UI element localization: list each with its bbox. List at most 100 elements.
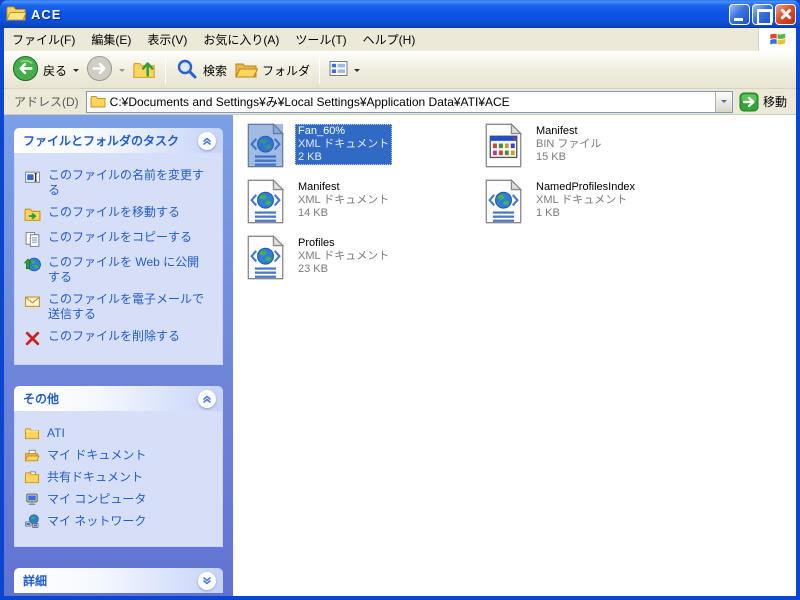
- address-input[interactable]: C:¥Documents and Settings¥み¥Local Settin…: [86, 91, 733, 113]
- go-button[interactable]: 移動: [733, 92, 793, 112]
- place-item[interactable]: マイ コンピュータ: [24, 492, 218, 507]
- other-places-panel: その他 ATI マイ ドキュメント: [14, 386, 223, 547]
- details-panel: 詳細: [14, 568, 223, 593]
- file-name: NamedProfilesIndex: [536, 181, 635, 193]
- file-size: 1 KB: [536, 207, 560, 219]
- place-item[interactable]: マイ ネットワーク: [24, 514, 218, 529]
- task-item[interactable]: このファイルを削除する: [24, 329, 218, 347]
- menu-item[interactable]: 表示(V): [139, 31, 195, 48]
- place-label: 共有ドキュメント: [47, 470, 143, 485]
- place-label: マイ ドキュメント: [47, 448, 146, 463]
- task-item[interactable]: このファイルを電子メールで送信する: [24, 292, 218, 322]
- menu-item[interactable]: ヘルプ(H): [355, 31, 424, 48]
- file-type: XML ドキュメント: [298, 138, 389, 150]
- task-pane: ファイルとフォルダのタスク このファイルの名前を変更する: [4, 115, 233, 596]
- file-tiles: Fan_60% XML ドキュメント 2 KB Manifest BIN ファイ…: [243, 121, 796, 289]
- file-tile[interactable]: NamedProfilesIndex XML ドキュメント 1 KB: [481, 177, 719, 233]
- task-label: このファイルを電子メールで送信する: [48, 292, 208, 322]
- chevron-up-icon[interactable]: [198, 132, 216, 150]
- toolbar-separator: [165, 57, 166, 84]
- folder-up-icon: [132, 57, 156, 84]
- place-item[interactable]: ATI: [24, 426, 218, 441]
- file-type: XML ドキュメント: [298, 250, 389, 262]
- file-tasks-panel: ファイルとフォルダのタスク このファイルの名前を変更する: [14, 128, 223, 365]
- views-icon: [329, 60, 348, 80]
- xml-file-icon: [481, 179, 526, 224]
- place-label: マイ ネットワーク: [47, 514, 146, 529]
- windows-logo-icon: [758, 28, 796, 51]
- views-dropdown-icon: [354, 69, 360, 72]
- chevron-up-icon[interactable]: [198, 390, 216, 408]
- xml-file-icon: [243, 235, 288, 280]
- shared-documents-icon: [24, 470, 40, 485]
- window-title: ACE: [31, 7, 729, 22]
- delete-icon: [24, 330, 41, 347]
- chevron-down-icon[interactable]: [198, 572, 216, 590]
- file-info: Fan_60% XML ドキュメント 2 KB: [295, 124, 392, 165]
- task-item[interactable]: このファイルを Web に公開する: [24, 255, 218, 285]
- back-dropdown-icon: [73, 69, 79, 72]
- menu-item[interactable]: お気に入り(A): [195, 31, 287, 48]
- close-button[interactable]: [775, 4, 796, 25]
- back-icon: [12, 55, 39, 85]
- file-name: Profiles: [298, 237, 335, 249]
- task-item[interactable]: このファイルを移動する: [24, 205, 218, 223]
- search-icon: [175, 57, 199, 84]
- task-label: このファイルを削除する: [48, 329, 180, 344]
- task-label: このファイルの名前を変更する: [48, 168, 208, 198]
- address-dropdown-button[interactable]: [715, 92, 732, 112]
- my-network-icon: [24, 514, 40, 529]
- task-label: このファイルを Web に公開する: [48, 255, 208, 285]
- maximize-button[interactable]: [752, 4, 773, 25]
- place-item[interactable]: 共有ドキュメント: [24, 470, 218, 485]
- title-bar: ACE: [0, 0, 800, 28]
- search-label: 検索: [203, 62, 227, 79]
- menu-item[interactable]: ツール(T): [287, 31, 354, 48]
- menu-item[interactable]: ファイル(F): [4, 31, 83, 48]
- my-computer-icon: [24, 492, 40, 507]
- folder-icon: [24, 426, 40, 441]
- back-button[interactable]: 戻る: [9, 53, 82, 87]
- go-arrow-icon: [739, 92, 759, 112]
- menu-item[interactable]: 編集(E): [83, 31, 139, 48]
- other-places-header[interactable]: その他: [14, 386, 223, 411]
- folders-button[interactable]: フォルダ: [231, 55, 313, 86]
- views-button[interactable]: [326, 58, 363, 82]
- file-tile[interactable]: Manifest BIN ファイル 15 KB: [481, 121, 719, 177]
- folder-icon: [90, 95, 106, 109]
- file-type: XML ドキュメント: [298, 194, 389, 206]
- minimize-button[interactable]: [729, 4, 750, 25]
- back-label: 戻る: [43, 62, 67, 79]
- panel-title: ファイルとフォルダのタスク: [23, 132, 179, 149]
- up-button[interactable]: [129, 55, 159, 86]
- file-tile[interactable]: Manifest XML ドキュメント 14 KB: [243, 177, 481, 233]
- file-tile[interactable]: Profiles XML ドキュメント 23 KB: [243, 233, 481, 289]
- go-label: 移動: [763, 93, 787, 110]
- task-item[interactable]: このファイルをコピーする: [24, 230, 218, 248]
- bin-file-icon: [481, 123, 526, 168]
- publish-icon: [24, 256, 41, 273]
- forward-button[interactable]: [83, 53, 128, 87]
- file-type: BIN ファイル: [536, 138, 601, 150]
- details-header[interactable]: 詳細: [14, 568, 223, 593]
- task-item[interactable]: このファイルの名前を変更する: [24, 168, 218, 198]
- file-info: NamedProfilesIndex XML ドキュメント 1 KB: [533, 180, 638, 221]
- file-name: Manifest: [298, 181, 340, 193]
- search-button[interactable]: 検索: [172, 55, 230, 86]
- forward-dropdown-icon: [119, 69, 125, 72]
- xml-file-icon: [243, 179, 288, 224]
- folder-icon: [6, 5, 26, 23]
- place-label: マイ コンピュータ: [47, 492, 146, 507]
- place-item[interactable]: マイ ドキュメント: [24, 448, 218, 463]
- file-tasks-header[interactable]: ファイルとフォルダのタスク: [14, 128, 223, 153]
- xml-file-icon: [243, 123, 288, 168]
- rename-icon: [24, 169, 41, 186]
- file-size: 2 KB: [298, 151, 322, 163]
- file-list-area[interactable]: Fan_60% XML ドキュメント 2 KB Manifest BIN ファイ…: [233, 115, 796, 596]
- address-path: C:¥Documents and Settings¥み¥Local Settin…: [110, 93, 715, 110]
- panel-title: 詳細: [23, 572, 47, 589]
- file-tile[interactable]: Fan_60% XML ドキュメント 2 KB: [243, 121, 481, 177]
- task-label: このファイルをコピーする: [48, 230, 192, 245]
- forward-icon: [86, 55, 113, 85]
- folders-icon: [234, 57, 258, 84]
